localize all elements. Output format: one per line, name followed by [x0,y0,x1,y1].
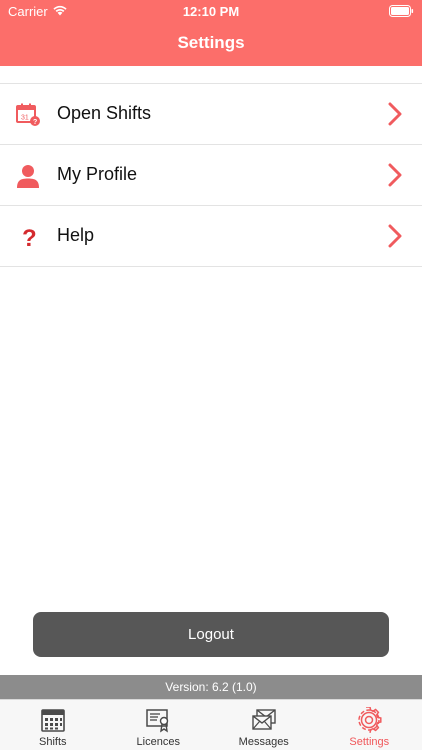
menu-item-label: My Profile [57,164,138,184]
chevron-right-icon [388,224,402,248]
tab-shifts[interactable]: Shifts [0,700,106,750]
menu-item-label: Help [57,225,95,245]
svg-text:?: ? [33,119,37,126]
tab-label: Settings [349,736,390,748]
gear-icon [358,707,382,733]
tab-licences[interactable]: Licences [106,700,212,750]
tab-label: Shifts [38,736,67,748]
menu-item-help[interactable]: ? Help [0,206,422,267]
envelopes-icon [252,709,276,730]
tab-settings[interactable]: Settings [317,700,422,750]
tab-label: Licences [136,736,180,748]
person-icon [14,162,42,190]
battery-icon [389,5,414,17]
clock: 12:10 PM [182,4,240,19]
calendar-grid-icon [40,709,65,732]
svg-text:?: ? [22,225,37,250]
version-label: Version: 6.2 (1.0) [0,675,422,699]
menu-item-open-shifts[interactable]: 31 ? Open Shifts [0,84,422,145]
menu-item-label: Open Shifts [57,103,152,123]
svg-text:31: 31 [21,115,29,122]
tab-label: Messages [238,736,289,748]
nav-header: Carrier 12:10 PM Settings [0,0,422,66]
settings-menu: 31 ? Open Shifts My Profile ? Help [0,83,422,267]
tab-bar: Shifts Licences Messages Settings [0,699,422,750]
menu-item-my-profile[interactable]: My Profile [0,145,422,206]
certificate-icon [146,709,169,733]
page-title: Settings [177,33,245,52]
chevron-right-icon [388,102,402,126]
status-bar: Carrier 12:10 PM [0,0,422,22]
chevron-right-icon [388,163,402,187]
tab-messages[interactable]: Messages [211,700,317,750]
question-icon: ? [14,223,42,251]
logout-button[interactable]: Logout [33,612,389,657]
calendar-icon: 31 ? [14,101,42,129]
